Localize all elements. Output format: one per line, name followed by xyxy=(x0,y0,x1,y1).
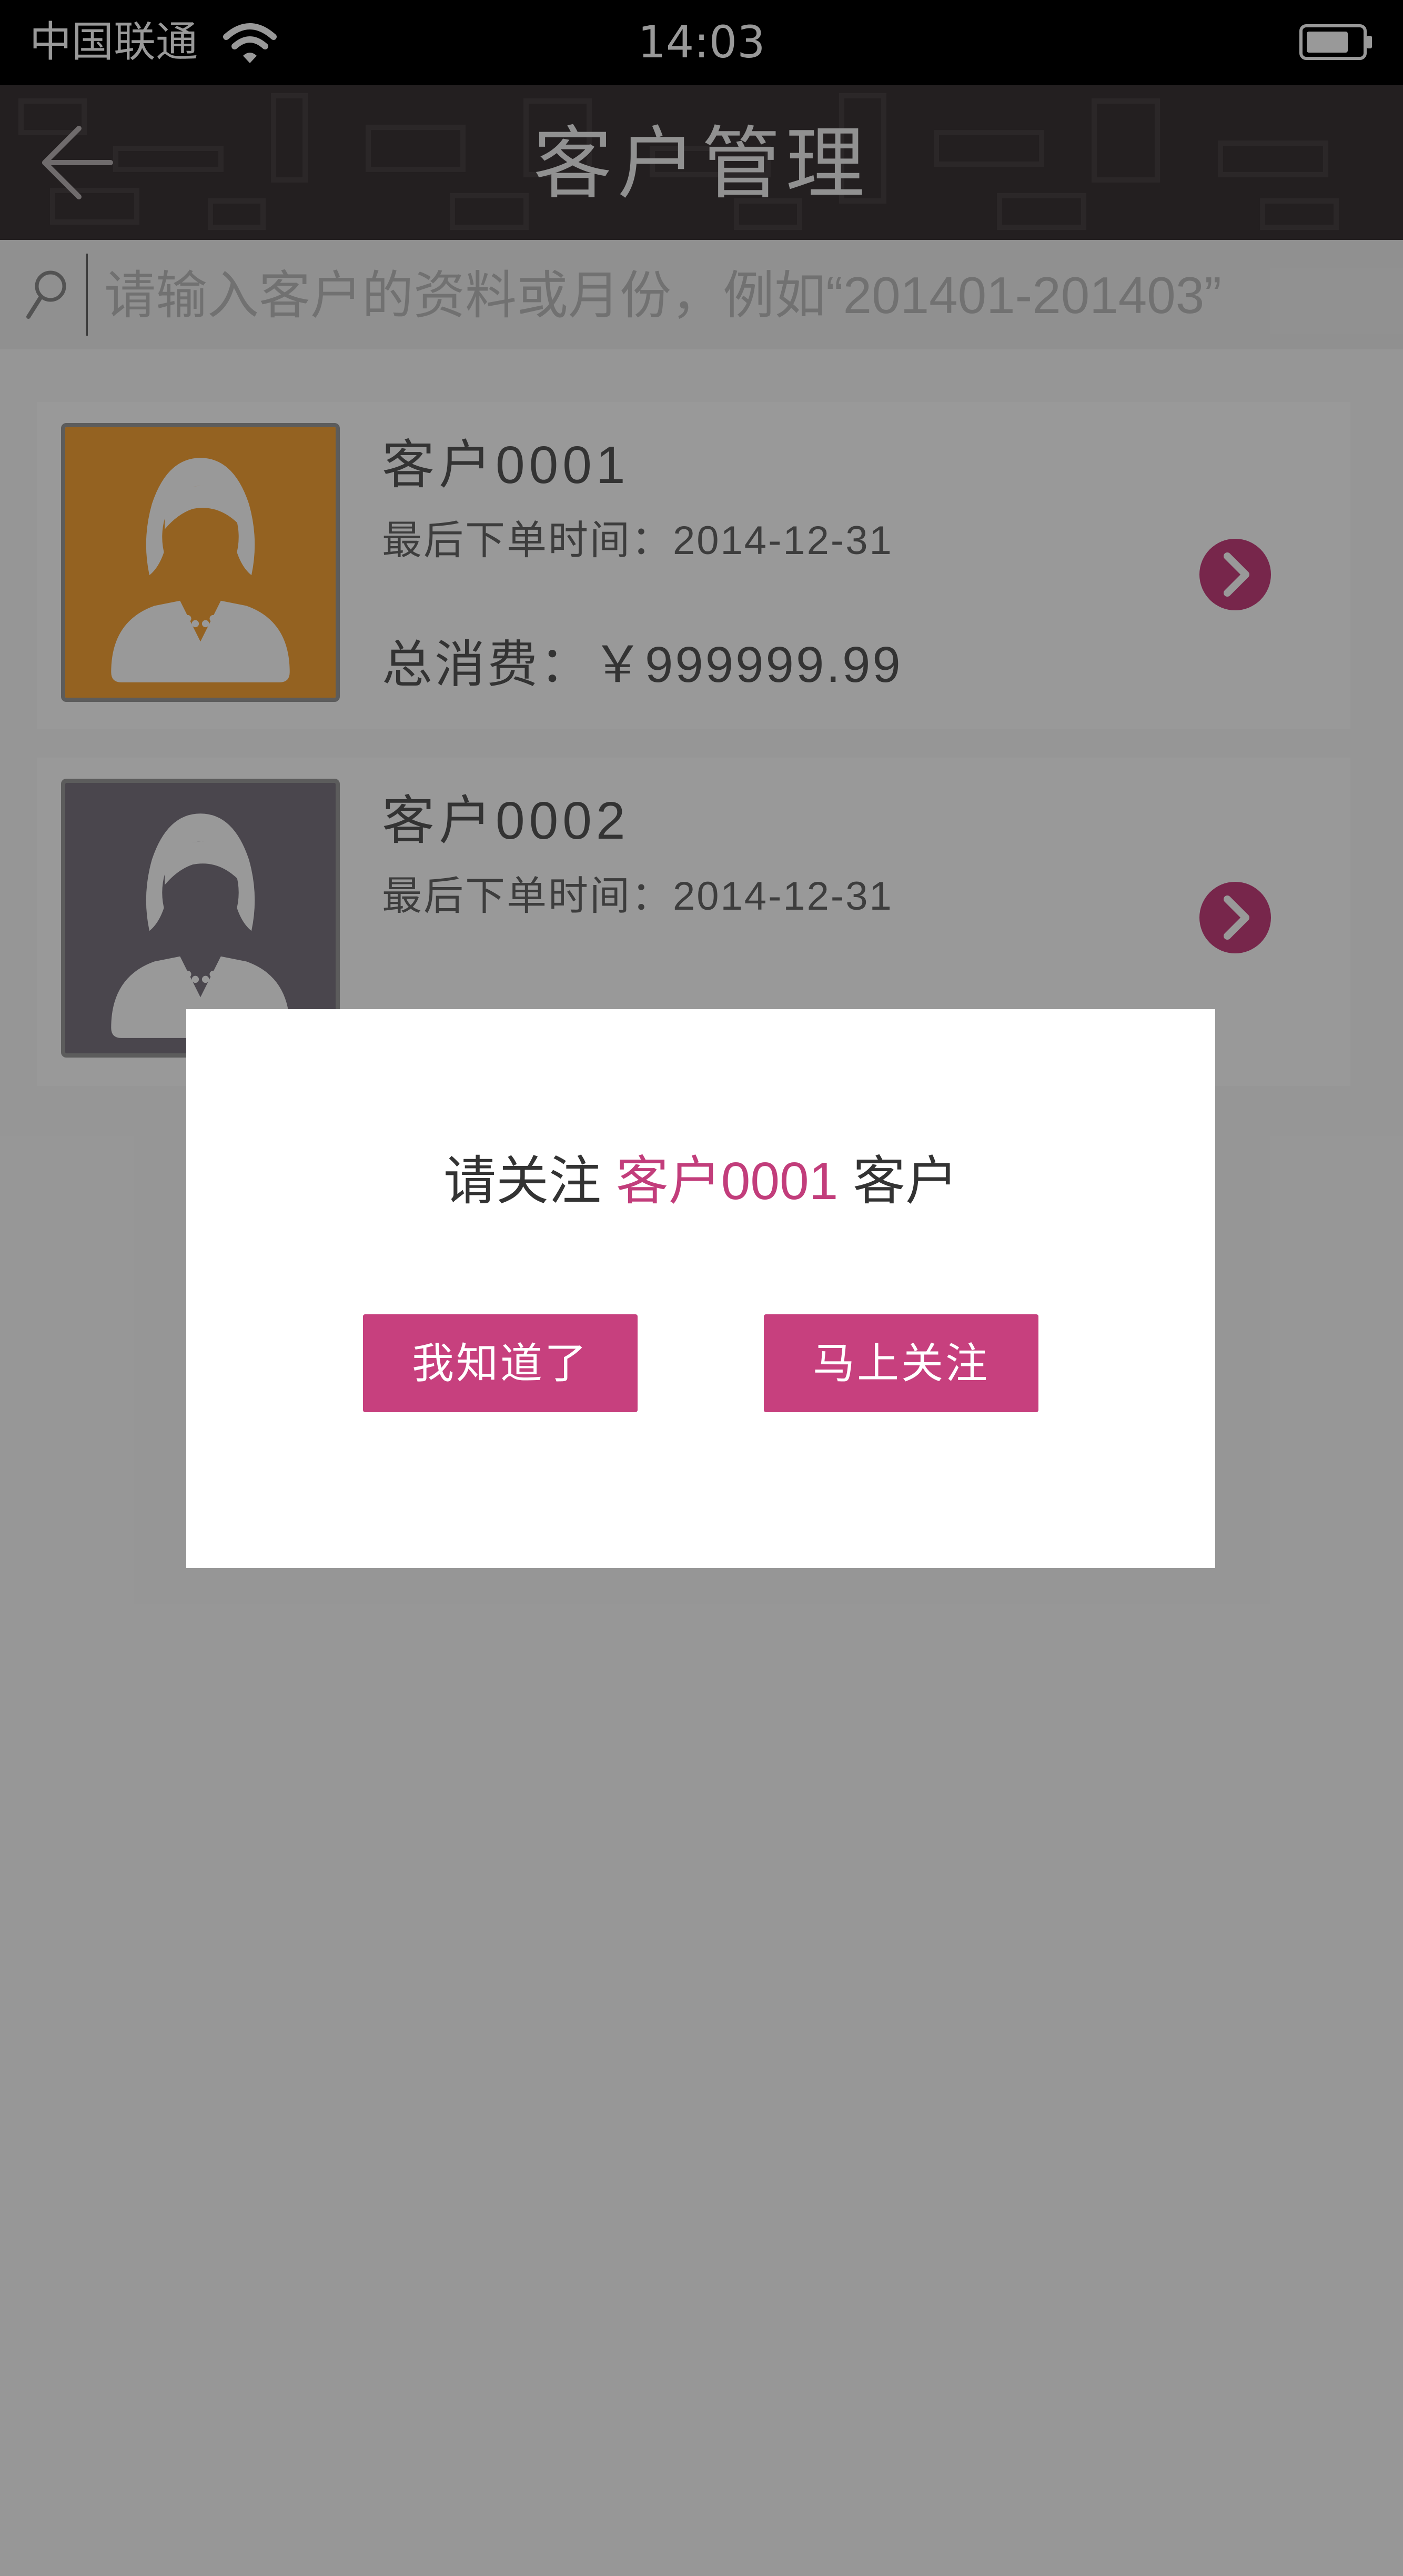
dialog-message-suffix: 客户 xyxy=(853,1152,958,1211)
follow-dialog: 请关注 客户0001 客户 我知道了 马上关注 xyxy=(186,1009,1215,1568)
acknowledge-button[interactable]: 我知道了 xyxy=(363,1314,638,1412)
dialog-customer-name: 客户0001 xyxy=(615,1152,839,1211)
dialog-message-prefix: 请关注 xyxy=(443,1152,601,1211)
dialog-message: 请关注 客户0001 客户 xyxy=(186,1147,1215,1215)
follow-now-button[interactable]: 马上关注 xyxy=(764,1314,1038,1412)
